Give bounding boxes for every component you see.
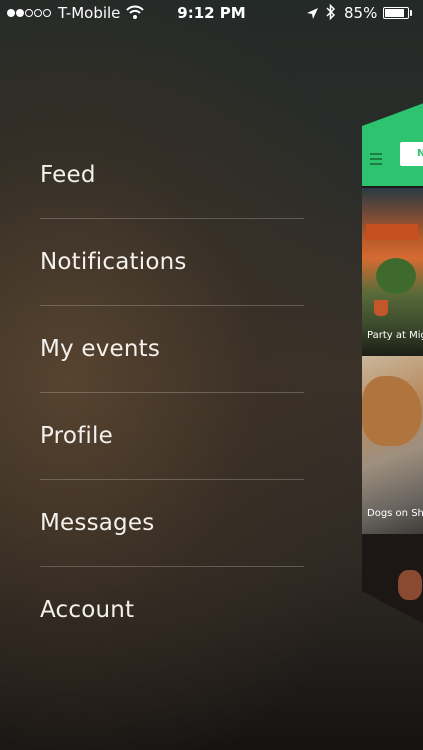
preview-tab[interactable]: N [400, 142, 423, 166]
preview-event-card[interactable]: Party at Migu [362, 188, 423, 356]
event-card-caption: Party at Migu [367, 330, 423, 341]
battery-icon [383, 7, 409, 19]
menu-item-feed[interactable]: Feed [40, 132, 304, 219]
preview-event-card[interactable] [362, 534, 423, 628]
menu-item-messages[interactable]: Messages [40, 480, 304, 567]
menu-item-account[interactable]: Account [40, 567, 304, 653]
hamburger-menu-icon[interactable] [370, 153, 382, 168]
menu-item-notifications[interactable]: Notifications [40, 219, 304, 306]
event-card-caption: Dogs on Shag [367, 508, 423, 519]
bluetooth-icon [326, 3, 336, 25]
menu-item-my-events[interactable]: My events [40, 306, 304, 393]
location-arrow-icon [306, 6, 319, 24]
preview-header: N [362, 100, 423, 186]
battery-percentage: 85% [344, 4, 378, 22]
side-menu: Feed Notifications My events Profile Mes… [40, 132, 304, 653]
menu-item-profile[interactable]: Profile [40, 393, 304, 480]
app-preview-panel[interactable]: N Party at Migu Dogs on Shag [362, 100, 423, 628]
preview-event-card[interactable]: Dogs on Shag [362, 356, 423, 534]
battery-cap [410, 10, 412, 16]
status-bar: T-Mobile 9:12 PM 85% [0, 0, 423, 28]
